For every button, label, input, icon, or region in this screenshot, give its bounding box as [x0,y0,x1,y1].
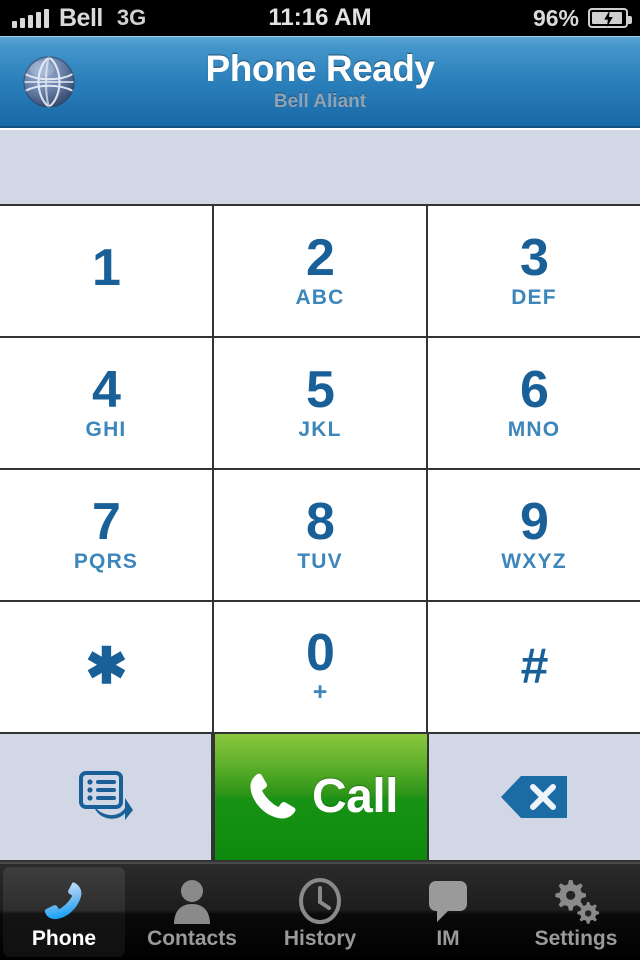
phone-app-screen: Bell 3G 11:16 AM 96% Phone Ready Bell Al… [0,0,640,960]
backspace-button[interactable] [428,734,640,860]
dialed-number-display[interactable] [0,128,640,204]
tab-label: Phone [31,926,97,950]
header-text-block: Phone Ready Bell Aliant [206,50,435,111]
key-hash[interactable]: # [428,602,640,732]
key-1[interactable]: 1 [0,206,214,336]
key-3[interactable]: 3 DEF [428,206,640,336]
key-digit: 3 [520,228,549,287]
key-letters: JKL [298,418,342,442]
key-letters: WXYZ [501,550,567,574]
keypad-row: ✱ 0 + # [0,602,640,734]
handset-icon [41,876,87,926]
key-8[interactable]: 8 TUV [214,470,428,600]
call-button[interactable]: Call [213,734,429,860]
status-bar-left: Bell 3G [12,4,146,33]
key-letters: PQRS [73,550,139,574]
action-row: Call [0,734,640,862]
header-subtitle: Bell Aliant [273,90,367,112]
key-letters: DEF [511,286,557,310]
app-header: Phone Ready Bell Aliant [0,36,640,128]
carrier-name: Bell [59,3,103,32]
key-digit: 6 [520,360,549,419]
tab-label: History [283,926,357,950]
tab-settings[interactable]: Settings [515,867,637,957]
person-icon [170,876,214,926]
tab-contacts[interactable]: Contacts [131,867,253,957]
key-letters: ABC [295,286,345,310]
tab-label: IM [436,926,460,950]
clock-icon [297,876,343,926]
key-digit: 5 [306,360,335,419]
gears-icon [551,876,601,926]
tab-history[interactable]: History [259,867,381,957]
backspace-delete-icon [501,776,568,818]
key-star[interactable]: ✱ [0,602,214,732]
call-log-icon [78,771,133,820]
key-7[interactable]: 7 PQRS [0,470,214,600]
network-type: 3G [116,5,147,30]
key-digit: 7 [92,492,121,551]
key-letters: MNO [507,418,561,442]
charging-bolt-icon [603,9,613,27]
keypad-row: 4 GHI 5 JKL 6 MNO [0,338,640,470]
redial-button[interactable] [0,734,214,860]
battery-charging-icon [588,8,632,28]
key-4[interactable]: 4 GHI [0,338,214,468]
key-digit: 9 [520,492,549,551]
key-letters: + [312,678,328,707]
tab-label: Contacts [147,926,237,950]
key-9[interactable]: 9 WXYZ [428,470,640,600]
key-2[interactable]: 2 ABC [214,206,428,336]
signal-bars-icon [12,8,49,28]
key-digit: 1 [92,239,121,298]
speech-bubble-icon [425,876,471,926]
tab-bar: Phone Contacts History IM Settings [0,862,640,960]
status-bar-right: 96% [532,4,632,32]
key-6[interactable]: 6 MNO [428,338,640,468]
key-digit: 0 [306,623,335,682]
battery-percent: 96% [532,4,579,31]
handset-icon [250,773,296,819]
tab-im[interactable]: IM [387,867,509,957]
call-button-label: Call [311,770,399,823]
key-letters: TUV [297,550,343,574]
keypad-row: 7 PQRS 8 TUV 9 WXYZ [0,470,640,602]
tab-label: Settings [534,926,618,950]
keypad-row: 1 2 ABC 3 DEF [0,206,640,338]
status-bar: Bell 3G 11:16 AM 96% [0,0,640,36]
globe-icon [23,56,75,108]
key-digit: 8 [306,492,335,551]
key-0[interactable]: 0 + [214,602,428,732]
key-digit: 2 [306,228,335,287]
tab-phone[interactable]: Phone [3,867,125,957]
key-digit: ✱ [85,638,128,695]
page-title: Phone Ready [205,47,435,89]
key-digit: # [520,638,549,695]
dial-keypad: 1 2 ABC 3 DEF 4 GHI 5 JKL 6 MNO 7 PQRS 8… [0,204,640,734]
key-5[interactable]: 5 JKL [214,338,428,468]
key-letters: GHI [85,418,127,442]
key-digit: 4 [92,360,121,419]
